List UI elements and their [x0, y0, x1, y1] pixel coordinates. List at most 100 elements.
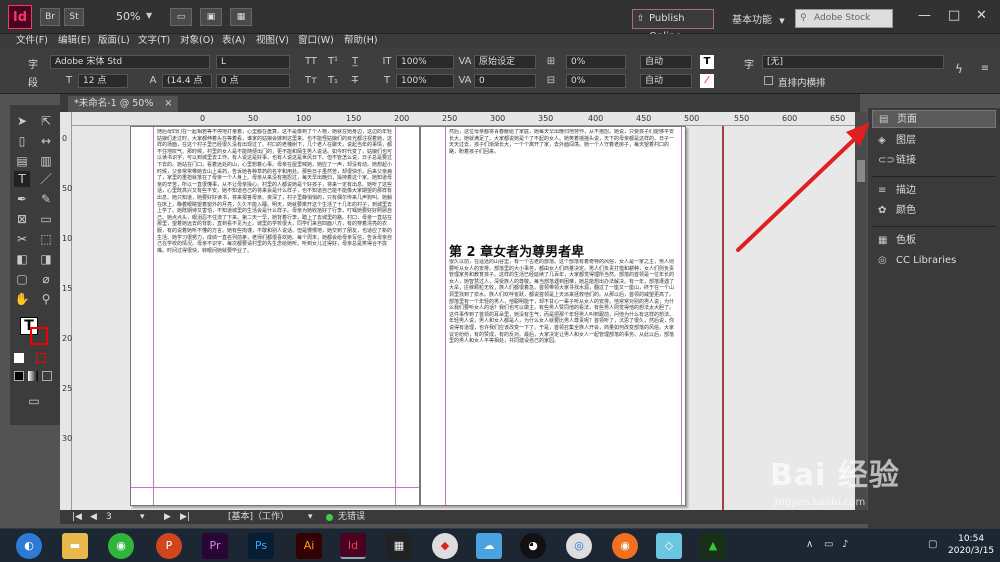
- photoshop-icon[interactable]: Ps: [248, 533, 274, 559]
- panel-swatches[interactable]: ▦ 色板: [872, 232, 996, 250]
- font-family-select[interactable]: Adobe 宋体 Std: [50, 55, 210, 69]
- scissors-tool-icon[interactable]: ✂: [14, 231, 30, 247]
- text-fill-icon[interactable]: T: [700, 55, 714, 69]
- zoom-tool-icon[interactable]: ⚲: [38, 291, 54, 307]
- menu-help[interactable]: 帮助(H): [344, 34, 378, 48]
- menu-layout[interactable]: 版面(L): [98, 34, 130, 48]
- hand-tool-icon[interactable]: ✋: [14, 291, 30, 307]
- right-page[interactable]: 然后，这位母亲都将青春献给了家庭，她每天早出晚归地劳作，从不抱怨。她说，只要孩子…: [420, 126, 686, 506]
- maximize-button[interactable]: □: [948, 8, 960, 23]
- notes-app-icon[interactable]: ◇: [656, 533, 682, 559]
- minimize-button[interactable]: —: [918, 8, 931, 23]
- panel-layers[interactable]: ◈ 图层: [872, 132, 996, 150]
- menu-edit[interactable]: 编辑(E): [58, 34, 90, 48]
- wechat-icon[interactable]: ◉: [108, 533, 134, 559]
- language-select[interactable]: [无]: [762, 55, 944, 69]
- horizontal-scale-field[interactable]: 100%: [396, 74, 454, 88]
- vertical-ruler[interactable]: 0 50 100 150 200 250 300: [60, 112, 77, 510]
- powerpoint-icon[interactable]: P: [156, 533, 182, 559]
- premiere-icon[interactable]: Pr: [202, 533, 228, 559]
- baseline-field[interactable]: 0 点: [216, 74, 290, 88]
- zoom-level[interactable]: 50%: [116, 10, 140, 23]
- content-placer-icon[interactable]: ▥: [38, 153, 54, 169]
- pen-tool-icon[interactable]: ✒: [14, 191, 30, 207]
- pencil-tool-icon[interactable]: ✎: [38, 191, 54, 207]
- all-caps-icon[interactable]: TT: [304, 55, 318, 69]
- font-style-select[interactable]: L: [216, 55, 290, 69]
- menu-object[interactable]: 对象(O): [180, 34, 214, 48]
- next-page-button[interactable]: ▶: [164, 510, 171, 524]
- content-collector-icon[interactable]: ▤: [14, 153, 30, 169]
- tray-chevron-icon[interactable]: ∧: [806, 539, 813, 550]
- eyedropper-tool-icon[interactable]: ⌀: [38, 271, 54, 287]
- tracking-field[interactable]: 0: [474, 74, 536, 88]
- illustrator-icon[interactable]: Ai: [296, 533, 322, 559]
- firefox-icon[interactable]: ◉: [612, 533, 638, 559]
- underline-icon[interactable]: T̲: [348, 55, 362, 69]
- menu-file[interactable]: 文件(F): [16, 34, 48, 48]
- strikethrough-icon[interactable]: T̶: [348, 74, 362, 88]
- network-icon[interactable]: ▭: [824, 539, 833, 550]
- subscript-icon[interactable]: T₁: [326, 74, 340, 88]
- chevron-down-icon[interactable]: ▼: [146, 11, 152, 20]
- cloud-app-icon[interactable]: ☁: [476, 533, 502, 559]
- direct-selection-tool-icon[interactable]: ⇱: [38, 113, 54, 129]
- panel-stroke[interactable]: ≡ 描边: [872, 182, 996, 200]
- adobe-stock-search[interactable]: ⚲ Adobe Stock: [795, 9, 893, 28]
- master-page-indicator[interactable]: [基本]（工作）: [228, 510, 289, 524]
- apply-none-icon[interactable]: [42, 371, 52, 381]
- previous-page-button[interactable]: ◀: [90, 510, 97, 524]
- apply-gradient-icon[interactable]: [28, 371, 38, 381]
- superscript-icon[interactable]: T¹: [326, 55, 340, 69]
- menu-table[interactable]: 表(A): [222, 34, 245, 48]
- system-clock[interactable]: 10:54 2020/3/15: [948, 533, 994, 557]
- chrome-icon[interactable]: ◎: [566, 533, 592, 559]
- text-frame-right-top[interactable]: 然后，这位母亲都将青春献给了家庭，她每天早出晚归地劳作，从不抱怨。她说，只要孩子…: [449, 129, 677, 233]
- horizontal-ruler[interactable]: 0 50 100 150 200 250 300 350 400 450 500…: [70, 112, 855, 126]
- gradient-feather-tool-icon[interactable]: ◨: [38, 251, 54, 267]
- screen-mode-icon[interactable]: ▣: [200, 8, 222, 26]
- browser-icon[interactable]: ◐: [16, 533, 42, 559]
- volume-icon[interactable]: ♪: [842, 539, 848, 550]
- view-options-icon[interactable]: ▭: [170, 8, 192, 26]
- rectangle-frame-tool-icon[interactable]: ⊠: [14, 211, 30, 227]
- small-caps-icon[interactable]: Tᴛ: [304, 74, 318, 88]
- free-transform-tool-icon[interactable]: ⬚: [38, 231, 54, 247]
- text-frame-left[interactable]: 随后母妇们在一起相若等不停地打量着，心里都在盘算，这不是像到了个人物，她就在她身…: [157, 129, 393, 485]
- stroke-swatch-icon[interactable]: [30, 327, 48, 345]
- page-number-field[interactable]: 3: [106, 510, 112, 524]
- workspace-switcher[interactable]: 基本功能 ▼: [732, 11, 785, 26]
- chevron-down-icon[interactable]: ▾: [308, 510, 313, 524]
- character-mode-label[interactable]: 字: [28, 56, 38, 71]
- publish-online-button[interactable]: ⇧ Publish Online: [632, 9, 714, 42]
- menu-view[interactable]: 视图(V): [256, 34, 289, 48]
- qq-icon[interactable]: ◕: [520, 533, 546, 559]
- vertical-scale-field[interactable]: 100%: [396, 55, 454, 69]
- note-tool-icon[interactable]: ▢: [14, 271, 30, 287]
- first-page-button[interactable]: |◀: [72, 510, 82, 524]
- indesign-icon[interactable]: Id: [340, 533, 366, 559]
- apply-color-icon[interactable]: [14, 371, 24, 381]
- panel-color[interactable]: ✿ 颜色: [872, 202, 996, 220]
- font-size-field[interactable]: 12 点: [78, 74, 128, 88]
- arrange-documents-icon[interactable]: ▦: [230, 8, 252, 26]
- type-tool-icon[interactable]: T: [14, 171, 30, 187]
- stroke-none-icon[interactable]: ⁄: [700, 74, 714, 88]
- stock-button[interactable]: St: [64, 8, 84, 26]
- app-icon[interactable]: ◆: [432, 533, 458, 559]
- close-tab-icon[interactable]: ×: [164, 98, 172, 109]
- page-tool-icon[interactable]: ▯: [14, 133, 30, 149]
- tsume-field[interactable]: 0%: [566, 55, 626, 69]
- panel-pages[interactable]: ▤ 页面: [872, 110, 996, 128]
- chevron-down-icon[interactable]: ▾: [140, 510, 145, 524]
- leading-field[interactable]: (14.4 点: [162, 74, 212, 88]
- formatting-container-icon[interactable]: [14, 353, 24, 363]
- screen-mode-icon[interactable]: ▭: [26, 393, 42, 409]
- panel-links[interactable]: ⊂⊃ 链接: [872, 152, 996, 170]
- chapter-title[interactable]: 第 2 章女者为尊男者卑: [449, 241, 584, 260]
- panel-cc-libraries[interactable]: ◎ CC Libraries: [872, 252, 996, 270]
- text-frame-right-bottom[interactable]: 很久以前，在遥远的山谷里，有一个古老的部落。这个部落有着奇特的风俗，女人是一家之…: [449, 259, 677, 499]
- last-page-button[interactable]: ▶|: [180, 510, 190, 524]
- selection-tool-icon[interactable]: ➤: [14, 113, 30, 129]
- document-tab[interactable]: *未命名-1 @ 50% ×: [68, 96, 179, 112]
